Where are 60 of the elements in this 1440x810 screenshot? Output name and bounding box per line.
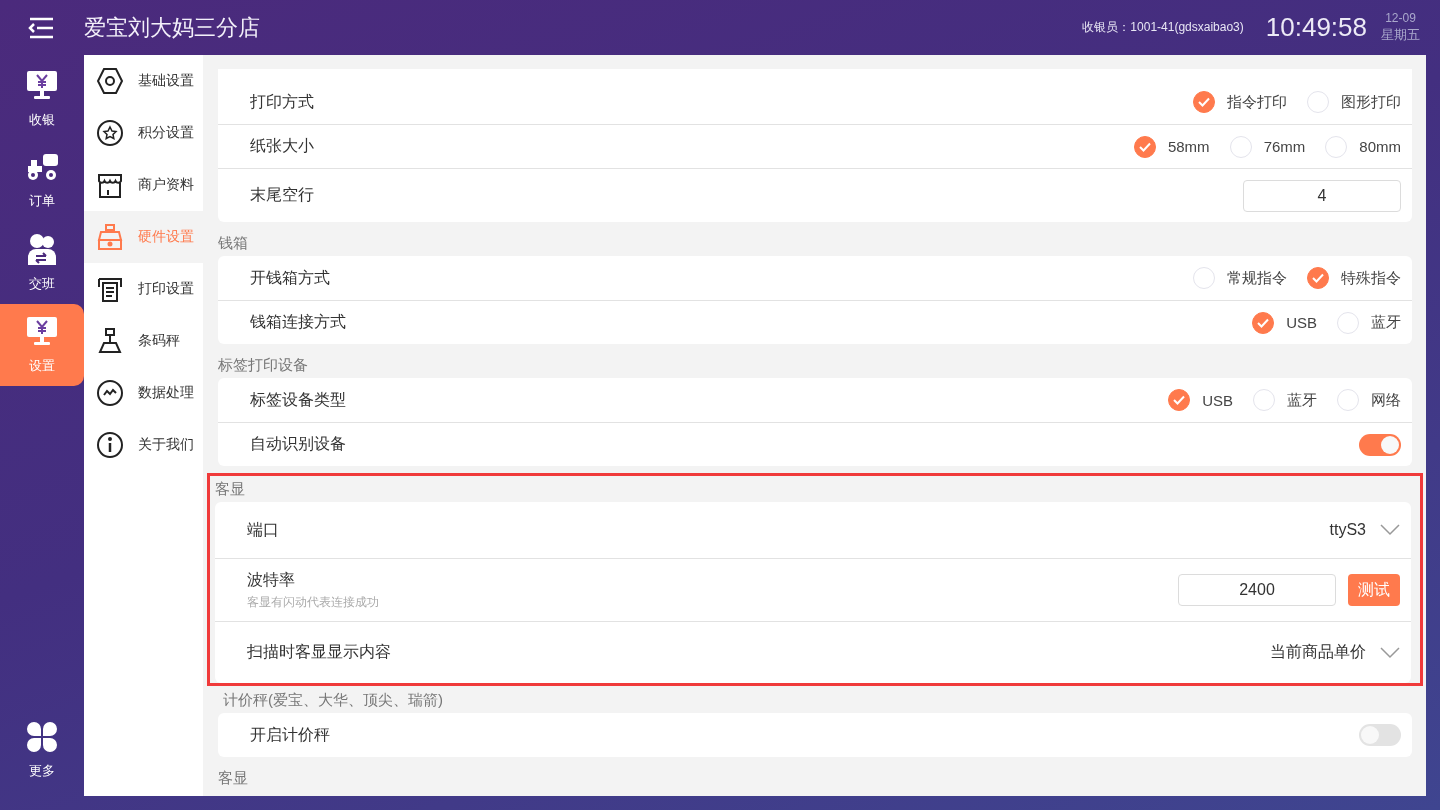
setting-label: 打印方式 [250,91,314,112]
setting-label: 扫描时客显显示内容 [247,642,391,662]
info-icon [96,431,124,459]
chevron-down-icon [1380,524,1400,536]
setting-label: 开钱箱方式 [250,267,330,288]
radio-option[interactable]: 蓝牙 [1253,389,1317,411]
hex-nut-icon [96,67,124,95]
cashier-info: 收银员：1001-41(gdsxaibao3) [1082,19,1244,36]
setting-label: 端口 [247,519,279,540]
clock-time: 10:49:58 [1265,12,1367,43]
number-field[interactable]: 2400 [1178,574,1336,606]
store-title: 爱宝刘大妈三分店 [84,13,261,42]
radio-option[interactable]: 76mm [1229,135,1306,158]
section-title: 客显 [215,479,245,499]
printer-icon [96,275,124,303]
radio-option[interactable]: 指令打印 [1193,91,1287,113]
scooter-icon [25,152,59,182]
radio-option[interactable]: 58mm [1133,135,1210,158]
more-nav-item[interactable]: 更多 [0,710,84,792]
chevron-down-icon [1380,646,1400,659]
setting-hint: 客显有闪动代表连接成功 [247,593,379,611]
store-icon [96,171,124,199]
four-petal-icon [27,722,57,752]
radio-option[interactable]: 网络 [1337,389,1401,411]
setting-label: 标签设备类型 [250,389,346,410]
nav-item[interactable]: 订单 [0,140,84,222]
section-title: 标签打印设备 [218,355,308,375]
dropdown-select[interactable]: 当前商品单价 [1270,642,1400,663]
section-title: 客显 [218,768,248,788]
radio-option[interactable]: 80mm [1325,135,1401,158]
setting-label: 开启计价秤 [250,724,330,745]
yen-monitor-icon [26,69,58,101]
scale-icon [96,327,124,355]
nav-item[interactable]: 收银 [0,58,84,140]
section-title: 计价秤(爱宝、大华、顶尖、瑞箭) [222,690,443,710]
setting-label: 自动识别设备 [250,434,346,454]
radio-option[interactable]: USB [1168,389,1233,411]
toggle-switch[interactable] [1359,724,1401,746]
people-swap-icon [26,233,58,265]
menu-icon[interactable] [28,16,54,39]
radio-option[interactable]: 蓝牙 [1337,311,1401,334]
nav-item[interactable]: 交班 [0,222,84,304]
radio-option[interactable]: USB [1252,311,1317,334]
radio-option[interactable]: 常规指令 [1193,267,1287,289]
section-title: 钱箱 [218,233,248,253]
number-field[interactable]: 4 [1243,179,1401,212]
toggle-switch[interactable] [1359,433,1401,456]
dropdown-select[interactable]: ttyS3 [1329,521,1400,539]
date-text: 12-09 [1385,11,1416,25]
yen-monitor-icon [26,315,58,347]
radio-option[interactable]: 图形打印 [1307,91,1401,113]
setting-label: 钱箱连接方式 [250,312,346,332]
star-circle-icon [96,119,124,147]
line-chart-circle-icon [96,379,124,407]
cash-register-icon [96,223,124,251]
radio-option[interactable]: 特殊指令 [1307,267,1401,289]
weekday-text: 星期五 [1381,26,1420,44]
setting-label: 纸张大小 [250,136,314,156]
setting-label: 波特率 [247,569,295,590]
setting-label: 末尾空行 [250,185,314,205]
